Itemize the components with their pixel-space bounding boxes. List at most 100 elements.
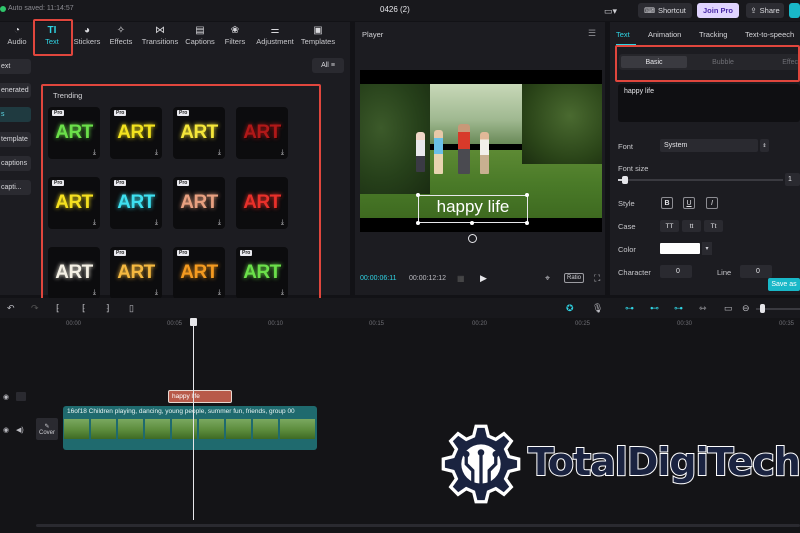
tab-adjustment[interactable]: ⚌ Adjustment xyxy=(254,22,296,50)
export-button[interactable] xyxy=(789,3,800,18)
speaker-icon[interactable]: ◀) xyxy=(16,426,24,434)
line-spacing-input[interactable]: 0 xyxy=(740,265,772,278)
bold-button[interactable]: B xyxy=(661,197,673,209)
ratio-button[interactable]: Ratio xyxy=(564,273,585,283)
resize-handle[interactable] xyxy=(470,221,474,225)
playhead-handle[interactable] xyxy=(190,318,197,326)
zoom-slider-knob[interactable] xyxy=(760,304,765,313)
shortcut-button[interactable]: ⌨ Shortcut xyxy=(638,3,692,18)
resize-handle[interactable] xyxy=(525,221,529,225)
text-preset-tile[interactable]: Pro ART ⤓ xyxy=(173,107,225,159)
zoom-out-icon[interactable]: ⊖ xyxy=(742,303,750,314)
font-size-slider[interactable] xyxy=(618,179,783,181)
download-icon[interactable]: ⤓ xyxy=(155,289,158,297)
text-preset-tile[interactable]: ART ⤓ xyxy=(48,247,100,299)
undo-icon[interactable]: ↶ xyxy=(7,303,15,314)
tab-inspector-text[interactable]: Text xyxy=(616,30,630,39)
resize-handle[interactable] xyxy=(416,221,420,225)
download-icon[interactable]: ⤓ xyxy=(93,289,96,297)
sidebar-item-generated[interactable]: enerated xyxy=(0,83,31,98)
character-spacing-input[interactable]: 0 xyxy=(660,265,692,278)
redo-icon[interactable]: ↷ xyxy=(31,303,39,314)
menu-icon[interactable]: ☰ xyxy=(588,28,596,39)
download-icon[interactable]: ⤓ xyxy=(155,219,158,227)
sidebar-item-template[interactable]: template xyxy=(0,132,31,147)
text-content-field[interactable]: happy life xyxy=(618,84,800,122)
text-preset-tile[interactable]: Pro ART ⤓ xyxy=(110,247,162,299)
microphone-icon[interactable]: 🎙 xyxy=(592,303,603,314)
magnet-icon[interactable]: ⊶ xyxy=(625,303,634,314)
tab-text-to-speech[interactable]: Text-to-speech xyxy=(745,30,794,39)
color-swatch[interactable] xyxy=(660,243,700,254)
tab-animation[interactable]: Animation xyxy=(648,30,681,39)
sidebar-item-effects[interactable]: s xyxy=(0,107,31,122)
text-preset-tile[interactable]: ART ⤓ xyxy=(236,177,288,229)
split-icon[interactable]: ⁅ xyxy=(56,303,60,314)
font-stepper-icon[interactable]: ⇕ xyxy=(760,139,769,152)
rotate-icon[interactable] xyxy=(468,234,477,243)
cover-button[interactable]: ✎ Cover xyxy=(36,418,58,440)
text-preset-tile[interactable]: Pro ART ⤓ xyxy=(48,177,100,229)
case-upper-button[interactable]: TT xyxy=(660,220,679,232)
text-preset-tile[interactable]: ART ⤓ xyxy=(236,107,288,159)
lock-icon[interactable] xyxy=(16,392,26,401)
resize-handle[interactable] xyxy=(416,193,420,197)
font-size-slider-knob[interactable] xyxy=(622,176,628,184)
tab-audio[interactable]: ◔ Audio xyxy=(2,22,32,50)
eye-icon[interactable]: ◉ xyxy=(3,426,9,434)
resize-handle[interactable] xyxy=(525,193,529,197)
case-lower-button[interactable]: tt xyxy=(682,220,701,232)
font-select[interactable]: System xyxy=(660,139,758,152)
download-icon[interactable]: ⤓ xyxy=(218,149,221,157)
italic-button[interactable]: I xyxy=(706,197,718,209)
download-icon[interactable]: ⤓ xyxy=(218,289,221,297)
text-preset-tile[interactable]: Pro ART ⤓ xyxy=(110,177,162,229)
case-title-button[interactable]: Tt xyxy=(704,220,723,232)
tab-templates[interactable]: ▣ Templates xyxy=(299,22,337,50)
filter-dropdown[interactable]: All ≡ xyxy=(312,58,344,73)
fullscreen-icon[interactable]: ⛶ xyxy=(594,273,600,284)
tab-filters[interactable]: ❀ Filters xyxy=(222,22,248,50)
preview-axis-icon[interactable]: ⊶ xyxy=(674,303,683,314)
split-right-icon[interactable]: ⁆ xyxy=(106,303,110,314)
caption-text-overlay[interactable]: happy life xyxy=(418,197,528,217)
focus-icon[interactable]: ⌖ xyxy=(545,273,550,284)
download-icon[interactable]: ⤓ xyxy=(218,219,221,227)
timeline-scrollbar[interactable] xyxy=(36,524,800,527)
font-size-input[interactable]: 1 xyxy=(785,173,800,186)
tab-transitions[interactable]: ⋈ Transitions xyxy=(140,22,180,50)
download-icon[interactable]: ⤓ xyxy=(155,149,158,157)
download-icon[interactable]: ⤓ xyxy=(93,149,96,157)
playhead[interactable] xyxy=(193,322,194,520)
text-preset-tile[interactable]: Pro ART ⤓ xyxy=(173,177,225,229)
tab-stickers[interactable]: ◕ Stickers xyxy=(72,22,102,50)
download-icon[interactable]: ⤓ xyxy=(281,289,284,297)
layout-icon[interactable]: ▭▾ xyxy=(604,6,617,17)
tab-tracking[interactable]: Tracking xyxy=(699,30,727,39)
underline-button[interactable]: U xyxy=(683,197,695,209)
text-preset-tile[interactable]: Pro ART ⤓ xyxy=(236,247,288,299)
download-icon[interactable]: ⤓ xyxy=(281,219,284,227)
text-preset-tile[interactable]: Pro ART ⤓ xyxy=(110,107,162,159)
text-preset-tile[interactable]: Pro ART ⤓ xyxy=(48,107,100,159)
download-icon[interactable]: ⤓ xyxy=(93,219,96,227)
download-icon[interactable]: ⤓ xyxy=(281,149,284,157)
align-icon[interactable]: ⇿ xyxy=(699,303,707,314)
chevron-down-icon[interactable]: ▾ xyxy=(702,242,712,255)
play-icon[interactable]: ▶ xyxy=(480,273,487,284)
tab-effects[interactable]: ✧ Effects xyxy=(106,22,136,50)
join-pro-button[interactable]: Join Pro xyxy=(697,3,739,18)
caption-track-icon[interactable]: ▭ xyxy=(724,303,733,314)
link-icon[interactable]: ⊷ xyxy=(650,303,659,314)
sidebar-item-captions[interactable]: captions xyxy=(0,156,31,171)
sidebar-item-text[interactable]: ext xyxy=(0,59,31,74)
text-preset-tile[interactable]: Pro ART ⤓ xyxy=(173,247,225,299)
eye-icon[interactable]: ◉ xyxy=(3,393,9,401)
grid-icon[interactable]: ▦ xyxy=(457,274,465,283)
text-clip[interactable]: happy life xyxy=(168,390,232,403)
auto-reframe-icon[interactable]: ✪ xyxy=(566,303,574,314)
tab-captions[interactable]: ▤ Captions xyxy=(184,22,216,50)
split-left-icon[interactable]: ⁅ xyxy=(82,303,86,314)
share-button[interactable]: ⇪ Share xyxy=(746,3,784,18)
delete-icon[interactable]: ▯ xyxy=(129,303,134,314)
